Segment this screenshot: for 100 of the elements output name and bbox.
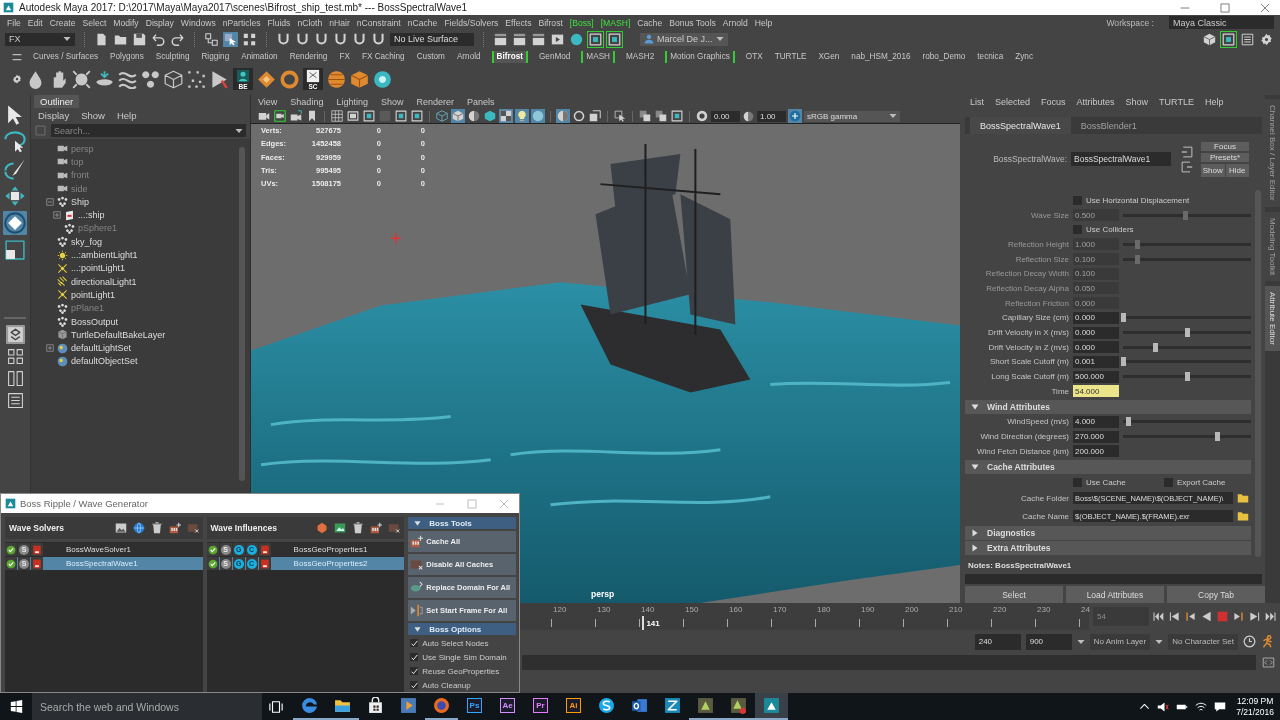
menu-set-dropdown[interactable]: FX xyxy=(5,32,75,46)
outliner-item[interactable]: pointLight1 xyxy=(71,289,116,300)
scrollbar[interactable] xyxy=(239,147,245,481)
film-cross-icon[interactable] xyxy=(186,522,199,534)
menu-item[interactable]: Arnold xyxy=(722,17,748,28)
play-backward-icon[interactable] xyxy=(1201,611,1212,622)
menu-item[interactable]: nConstraint xyxy=(356,17,401,28)
wifi-icon[interactable] xyxy=(1195,700,1208,713)
taskbar-app-button[interactable]: Pr xyxy=(524,693,557,720)
menu-item[interactable]: Modify xyxy=(113,17,139,28)
value-field[interactable]: 0.001 xyxy=(1073,355,1119,368)
pointer-box-icon[interactable] xyxy=(613,109,627,123)
half-circle-icon[interactable] xyxy=(742,109,755,123)
character-set-dropdown[interactable]: No Character Set xyxy=(1168,633,1238,650)
shelf-tab[interactable]: Arnold xyxy=(455,50,482,63)
side-tab[interactable]: Channel Box / Layer Editor xyxy=(1265,99,1280,207)
shelf-tab[interactable]: XGen xyxy=(817,50,841,63)
menu-item[interactable]: nCloth xyxy=(297,17,323,28)
chevron-up-icon[interactable] xyxy=(1139,701,1151,712)
target-dot-icon[interactable] xyxy=(373,69,392,89)
shaded-sphere-icon[interactable] xyxy=(556,109,570,123)
editor-button[interactable]: Select xyxy=(965,586,1063,603)
outliner-item[interactable]: ...:pointLight1 xyxy=(71,263,126,274)
node-tab[interactable]: BossBlender1 xyxy=(1070,117,1147,134)
grid-icon[interactable] xyxy=(330,109,344,123)
task-view-icon[interactable] xyxy=(269,699,283,714)
disclosure-triangle-icon[interactable] xyxy=(971,462,979,471)
folder-icon[interactable] xyxy=(1237,510,1249,523)
caret-icon[interactable] xyxy=(1155,637,1164,646)
magnet-icon[interactable] xyxy=(295,31,310,47)
framed-square-icon[interactable] xyxy=(410,109,424,123)
overlapping-squares-icon[interactable] xyxy=(638,109,652,123)
diamond-icon[interactable] xyxy=(257,69,276,89)
shelf-tab[interactable]: MASH xyxy=(581,50,615,63)
shelf-tab[interactable]: FX Caching xyxy=(360,50,406,63)
expand-icon[interactable] xyxy=(53,211,61,220)
message-icon[interactable] xyxy=(1214,700,1227,713)
framed-square-icon[interactable] xyxy=(1221,31,1236,47)
panel-button[interactable]: Presets* xyxy=(1201,152,1249,162)
checkbox[interactable] xyxy=(410,639,419,647)
menu-item[interactable]: Select xyxy=(82,17,107,28)
four-view-icon[interactable] xyxy=(5,347,25,366)
menu-item[interactable]: nCache xyxy=(407,17,438,28)
menu-item[interactable]: Display xyxy=(145,17,174,28)
magnet-icon[interactable] xyxy=(352,31,367,47)
shelf-tab[interactable]: tecnica xyxy=(976,50,1005,63)
outliner-item[interactable]: TurtleDefaultBakeLayer xyxy=(71,329,166,340)
menu-item[interactable]: List xyxy=(970,97,984,107)
disclosure-triangle-icon[interactable] xyxy=(414,519,422,527)
animation-end-field[interactable]: 900 xyxy=(1025,633,1072,650)
menu-item[interactable]: Lighting xyxy=(336,97,368,107)
shelf-tab[interactable]: Custom xyxy=(415,50,446,63)
section-header[interactable]: Wind Attributes xyxy=(965,399,1251,414)
menu-item[interactable]: View xyxy=(258,97,278,107)
cube-icon[interactable] xyxy=(1202,31,1217,47)
settings-icon[interactable] xyxy=(1259,31,1274,47)
workspace-dropdown[interactable]: Maya Classic xyxy=(1169,16,1274,29)
film-plus-icon[interactable] xyxy=(370,522,383,534)
ring-icon[interactable] xyxy=(280,69,299,89)
outliner-item[interactable]: front xyxy=(71,170,89,181)
outliner-item[interactable]: defaultObjectSet xyxy=(71,356,138,367)
checkbox[interactable] xyxy=(1164,477,1173,487)
outliner-item[interactable]: sky_fog xyxy=(71,236,103,247)
play-pointer-icon[interactable] xyxy=(210,69,229,89)
menu-item[interactable]: nParticles xyxy=(222,17,261,28)
menu-item[interactable]: Attributes xyxy=(1076,97,1115,107)
expand-icon[interactable] xyxy=(46,344,54,353)
shelf-tab[interactable]: Curves / Surfaces xyxy=(32,50,100,63)
search-field[interactable]: Search... xyxy=(51,124,246,137)
framed-square-icon[interactable] xyxy=(588,31,603,47)
search-field[interactable]: Search the web and Windows xyxy=(32,693,262,720)
taskbar-app-button[interactable] xyxy=(755,693,788,720)
menu-item[interactable]: Bonus Tools xyxy=(669,17,716,28)
camera-frame-icon[interactable] xyxy=(273,109,287,123)
checkerboard-icon[interactable] xyxy=(499,109,513,123)
shelf-tab[interactable]: Animation xyxy=(240,50,279,63)
overlapping-squares-icon[interactable] xyxy=(654,109,668,123)
side-tab[interactable]: Modeling Toolkit xyxy=(1265,211,1280,281)
menu-item[interactable]: Show xyxy=(380,97,404,107)
slider-thumb[interactable] xyxy=(1152,342,1158,352)
cube-icon[interactable] xyxy=(350,69,369,89)
framed-square-icon[interactable] xyxy=(607,31,622,47)
cache-marker-icon[interactable] xyxy=(259,544,270,555)
menu-item[interactable]: Fields/Solvers xyxy=(444,17,499,28)
save-icon[interactable] xyxy=(132,31,147,47)
value-field[interactable]: 0.000 xyxy=(1073,311,1119,324)
picture-icon[interactable] xyxy=(334,522,347,534)
clapperboard-icon[interactable] xyxy=(531,31,546,47)
clapperboard-icon[interactable] xyxy=(493,31,508,47)
framed-square-icon[interactable] xyxy=(394,109,408,123)
outliner-item[interactable]: Ship xyxy=(71,196,89,207)
new-file-icon[interactable] xyxy=(94,31,109,47)
slider-thumb[interactable] xyxy=(1125,417,1131,427)
striped-sphere-icon[interactable] xyxy=(327,69,346,89)
menu-item[interactable]: [Boss] xyxy=(569,17,594,28)
outliner-item[interactable]: directionalLight1 xyxy=(71,276,137,287)
check-circle-icon[interactable] xyxy=(207,558,218,569)
cache-marker-icon[interactable] xyxy=(32,558,42,569)
settings-icon[interactable] xyxy=(12,74,22,84)
editor-button[interactable]: Load Attributes xyxy=(1066,586,1164,603)
